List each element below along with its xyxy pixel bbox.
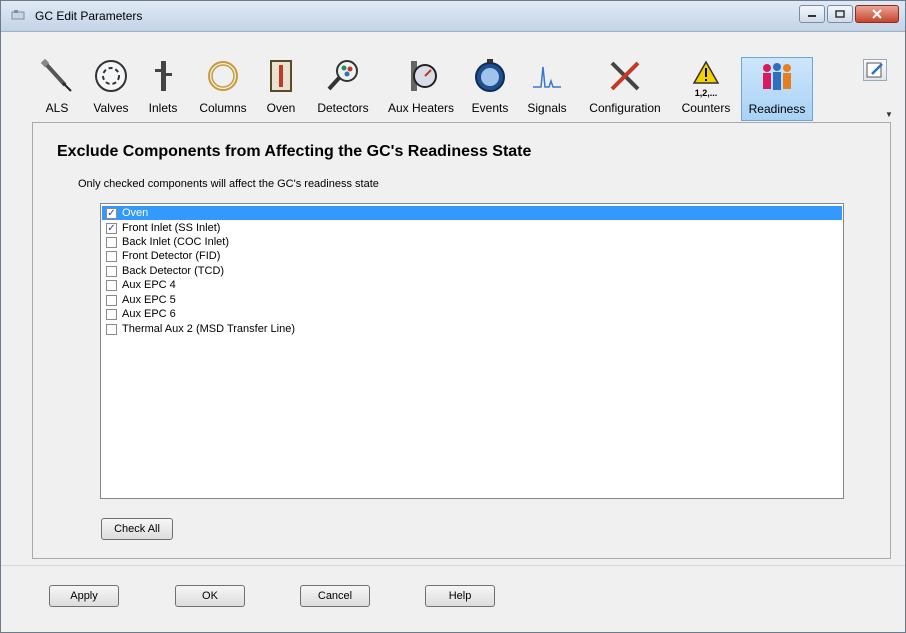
toolbar-item-label: Columns — [199, 101, 247, 115]
signal-peak-icon — [533, 66, 561, 88]
toolbar-item-label: Events — [471, 101, 509, 115]
toolbar-item-label: Oven — [266, 101, 296, 115]
check-all-button[interactable]: Check All — [101, 518, 173, 540]
list-item[interactable]: ✓ Oven — [102, 206, 842, 220]
aux-heater-icon — [411, 61, 437, 91]
toolbar-item-als[interactable]: ALS — [37, 57, 77, 117]
oven-icon — [270, 60, 292, 92]
toolbar-item-aux-heaters[interactable]: Aux Heaters — [387, 57, 455, 117]
app-icon — [11, 10, 25, 20]
edit-settings-button[interactable] — [863, 59, 887, 81]
toolbar-item-events[interactable]: Events — [468, 57, 512, 117]
checkbox[interactable] — [106, 251, 117, 262]
tools-icon — [610, 61, 640, 91]
title-bar: GC Edit Parameters — [1, 1, 905, 32]
checkbox[interactable]: ✓ — [106, 208, 117, 219]
list-item[interactable]: Aux EPC 5 — [102, 293, 842, 307]
maximize-icon — [835, 10, 845, 18]
valve-icon — [95, 60, 127, 92]
toolbar-item-configuration[interactable]: Configuration — [585, 57, 665, 117]
footer-divider — [1, 565, 905, 566]
list-item[interactable]: Aux EPC 4 — [102, 278, 842, 292]
pencil-note-icon — [866, 62, 883, 78]
column-coil-icon — [208, 61, 238, 91]
minimize-icon — [808, 15, 816, 17]
toolbar-item-label: Configuration — [589, 101, 661, 115]
toolbar-item-columns[interactable]: Columns — [197, 57, 249, 117]
readiness-people-icon — [763, 63, 791, 90]
toolbar-overflow-arrow-icon[interactable]: ▼ — [885, 110, 893, 119]
list-item[interactable]: ✓ Front Inlet (SS Inlet) — [102, 221, 842, 235]
toolbar-item-label: Detectors — [317, 101, 369, 115]
toolbar-item-label: Valves — [93, 101, 129, 115]
counter-badge: 1,2,... — [694, 88, 718, 98]
toolbar-item-inlets[interactable]: Inlets — [144, 57, 182, 117]
apply-button[interactable]: Apply — [49, 585, 119, 607]
toolbar-item-label: Signals — [527, 101, 567, 115]
toolbar-item-label: ALS — [45, 101, 69, 115]
toolbar-item-label: Readiness — [748, 102, 806, 116]
toolbar-item-label: Aux Heaters — [387, 101, 455, 115]
syringe-icon — [40, 59, 72, 92]
stopwatch-icon — [475, 59, 505, 92]
gc-edit-parameters-window: GC Edit Parameters ALS Valves Inlets Col… — [0, 0, 906, 633]
close-icon — [872, 9, 882, 19]
list-item[interactable]: Thermal Aux 2 (MSD Transfer Line) — [102, 322, 842, 336]
checkbox[interactable] — [106, 237, 117, 248]
ok-button[interactable]: OK — [175, 585, 245, 607]
list-item[interactable]: Aux EPC 6 — [102, 307, 842, 321]
toolbar-item-counters[interactable]: 1,2,... Counters — [678, 57, 734, 117]
cancel-button[interactable]: Cancel — [300, 585, 370, 607]
inlet-icon — [155, 61, 172, 91]
toolbar-item-valves[interactable]: Valves — [89, 57, 133, 117]
page-title: Exclude Components from Affecting the GC… — [57, 143, 532, 160]
window-title: GC Edit Parameters — [35, 9, 143, 23]
toolbar-item-detectors[interactable]: Detectors — [315, 57, 371, 117]
maximize-button[interactable] — [827, 5, 853, 23]
checkbox[interactable] — [106, 324, 117, 335]
component-checklist[interactable]: ✓ Oven ✓ Front Inlet (SS Inlet) Back Inlet… — [100, 203, 844, 499]
list-item[interactable]: Back Inlet (COC Inlet) — [102, 235, 842, 249]
minimize-button[interactable] — [799, 5, 825, 23]
checkbox[interactable] — [106, 309, 117, 320]
toolbar-item-oven[interactable]: Oven — [263, 57, 299, 117]
checkbox[interactable] — [106, 295, 117, 306]
page-instructions: Only checked components will affect the … — [78, 178, 379, 190]
detector-magnifier-icon — [327, 60, 358, 91]
close-button[interactable] — [855, 5, 899, 23]
list-item[interactable]: Front Detector (FID) — [102, 249, 842, 263]
checkbox[interactable] — [106, 266, 117, 277]
toolbar-item-signals[interactable]: Signals — [525, 57, 569, 117]
toolbar-item-label: Counters — [681, 101, 731, 115]
list-item[interactable]: Back Detector (TCD) — [102, 264, 842, 278]
toolbar-item-label: Inlets — [148, 101, 178, 115]
checkbox[interactable]: ✓ — [106, 223, 117, 234]
checkbox[interactable] — [106, 280, 117, 291]
help-button[interactable]: Help — [425, 585, 495, 607]
toolbar-item-readiness[interactable]: Readiness — [741, 57, 813, 121]
